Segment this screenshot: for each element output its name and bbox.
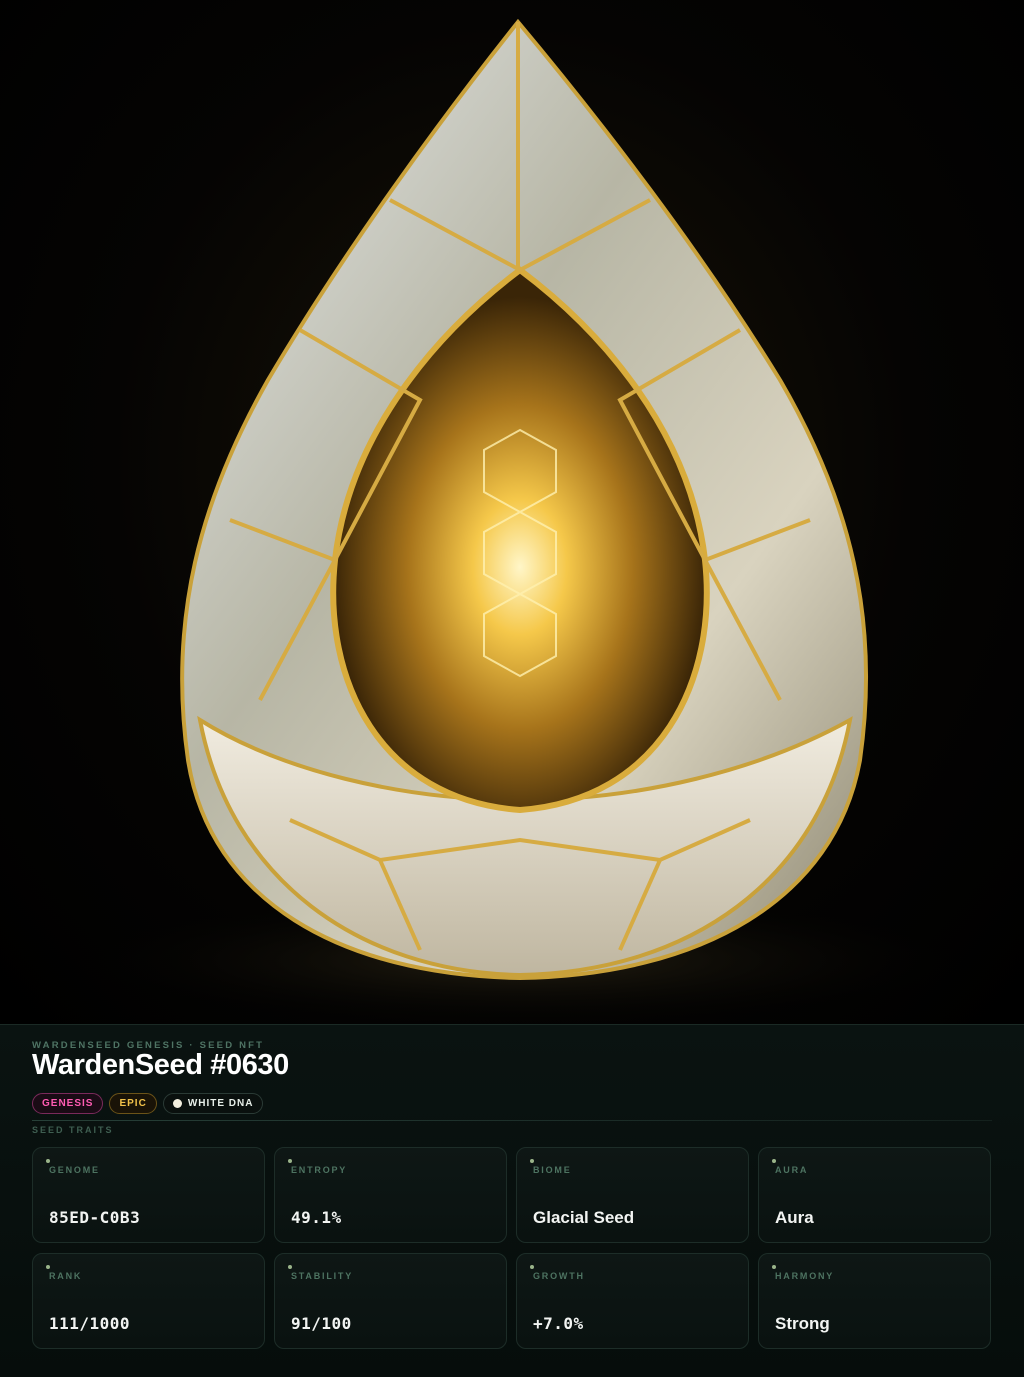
trait-card-harmony: HARMONY Strong xyxy=(758,1253,991,1349)
trait-value: 91/100 xyxy=(291,1314,352,1333)
trait-dot xyxy=(772,1265,776,1269)
trait-dot xyxy=(288,1265,292,1269)
divider xyxy=(32,1120,992,1121)
trait-value: 111/1000 xyxy=(49,1314,131,1333)
trait-value: Aura xyxy=(775,1208,814,1227)
trait-dot xyxy=(46,1265,50,1269)
trait-label: RANK xyxy=(49,1271,83,1281)
trait-dot xyxy=(46,1159,50,1163)
trait-dot xyxy=(530,1159,534,1163)
badge-row: GENESIS EPIC WHITE DNA xyxy=(32,1093,264,1114)
trait-card-rank: RANK 111/1000 xyxy=(32,1253,265,1349)
trait-value: Strong xyxy=(775,1314,830,1333)
trait-label: GENOME xyxy=(49,1165,100,1175)
traits-grid: GENOME 85ED-C0B3 ENTROPY 49.1% BIOME Gla… xyxy=(32,1147,992,1349)
trait-dot xyxy=(288,1159,292,1163)
trait-card-entropy: ENTROPY 49.1% xyxy=(274,1147,507,1243)
genesis-badge: GENESIS xyxy=(32,1093,104,1114)
trait-card-biome: BIOME Glacial Seed xyxy=(516,1147,749,1243)
trait-dot xyxy=(530,1265,534,1269)
trait-label: AURA xyxy=(775,1165,809,1175)
trait-card-aura: AURA Aura xyxy=(758,1147,991,1243)
trait-card-stability: STABILITY 91/100 xyxy=(274,1253,507,1349)
trait-value: +7.0% xyxy=(533,1314,584,1333)
seed-artwork xyxy=(0,0,1024,1024)
trait-value: Glacial Seed xyxy=(533,1208,635,1227)
trait-dot xyxy=(772,1159,776,1163)
crystal-egg-illustration xyxy=(50,18,990,1024)
trait-label: STABILITY xyxy=(291,1271,354,1281)
rarity-badge: EPIC xyxy=(109,1093,157,1114)
trait-label: BIOME xyxy=(533,1165,572,1175)
dna-color-dot xyxy=(172,1099,182,1108)
seed-info-panel: WARDENSEED GENESIS · SEED NFT WardenSeed… xyxy=(0,1024,1024,1377)
trait-label: HARMONY xyxy=(775,1271,835,1281)
trait-value: 85ED-C0B3 xyxy=(49,1208,141,1227)
trait-card-growth: GROWTH +7.0% xyxy=(516,1253,749,1349)
trait-value: 49.1% xyxy=(291,1208,342,1227)
trait-label: GROWTH xyxy=(533,1271,585,1281)
page-title: WardenSeed #0630 xyxy=(32,1049,289,1081)
trait-label: ENTROPY xyxy=(291,1165,348,1175)
trait-card-genome: GENOME 85ED-C0B3 xyxy=(32,1147,265,1243)
section-label: SEED TRAITS xyxy=(32,1125,114,1135)
dna-badge: WHITE DNA xyxy=(162,1093,264,1114)
